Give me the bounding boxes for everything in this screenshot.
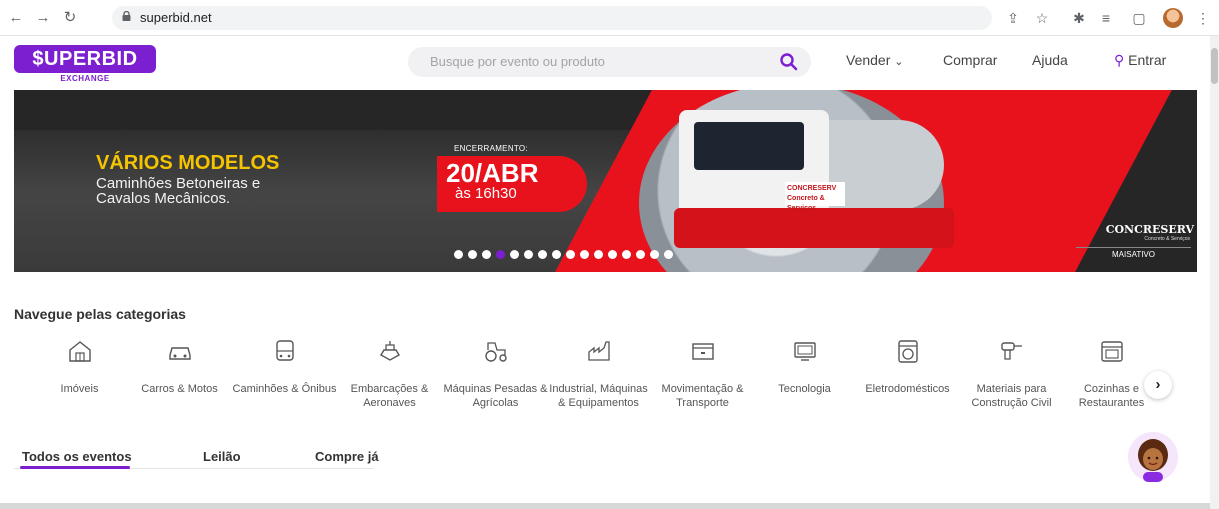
chevron-right-icon[interactable]: › (1144, 371, 1172, 399)
drill-icon (1000, 342, 1022, 360)
carousel-dot[interactable] (622, 250, 631, 259)
deadline-label: ENCERRAMENTO: (454, 144, 528, 153)
category-container[interactable]: Movimentação & Transporte (650, 338, 755, 410)
carousel-dot[interactable] (510, 250, 519, 259)
star-icon[interactable]: ☆ (1032, 8, 1052, 28)
category-label: Caminhões & Ônibus (232, 383, 337, 395)
category-house[interactable]: Imóveis (27, 338, 132, 396)
vender-label: Vender (846, 52, 891, 68)
reload-icon[interactable]: ↻ (60, 8, 80, 28)
ajuda-link[interactable]: Ajuda (1032, 52, 1068, 68)
profile-avatar[interactable] (1163, 8, 1183, 28)
factory-icon (587, 341, 610, 361)
search-icon[interactable] (779, 52, 799, 72)
carousel-dot[interactable] (608, 250, 617, 259)
category-factory[interactable]: Industrial, Máquinas & Equipamentos (546, 338, 651, 410)
tab-todos-os-eventos[interactable]: Todos os eventos (22, 449, 132, 464)
browser-toolbar: ← → ↻ superbid.net ⇪ ☆ ✱ ≡ ▢ ⋮ (0, 0, 1219, 36)
superbid-logo[interactable]: $UPERBID (14, 45, 156, 73)
category-label: Industrial, Máquinas & Equipamentos (549, 383, 648, 409)
site-header: $UPERBID EXCHANGE Vender ⌄ Comprar Ajuda… (0, 36, 1210, 90)
monitor-icon (793, 342, 816, 361)
category-bus[interactable]: Caminhões & Ônibus (232, 338, 337, 396)
category-label: Máquinas Pesadas & Agrícolas (443, 383, 548, 409)
media-icon[interactable]: ≡ (1096, 8, 1116, 28)
carousel-dot[interactable] (468, 250, 477, 259)
category-label: Carros & Motos (141, 383, 218, 395)
category-drill[interactable]: Materiais para Construção Civil (959, 338, 1064, 410)
carousel-dot[interactable] (580, 250, 589, 259)
carousel-dot[interactable] (664, 250, 673, 259)
chevron-down-icon: ⌄ (894, 56, 904, 68)
carousel-dot[interactable] (538, 250, 547, 259)
vertical-scrollbar[interactable] (1210, 36, 1219, 509)
ship-icon (379, 341, 400, 361)
category-tractor[interactable]: Máquinas Pesadas & Agrícolas (443, 338, 548, 410)
carousel-dot[interactable] (594, 250, 603, 259)
horizontal-scrollbar[interactable] (0, 503, 1210, 509)
tab-leilao[interactable]: Leilão (203, 449, 241, 464)
more-vert-icon[interactable]: ⋮ (1193, 8, 1213, 28)
scrollbar-thumb[interactable] (1211, 48, 1218, 84)
category-washing-machine[interactable]: Eletrodomésticos (855, 338, 960, 396)
concreserv-sub: Concreto & Serviços (1144, 236, 1190, 242)
comprar-link[interactable]: Comprar (943, 52, 997, 68)
active-tab-indicator (20, 466, 130, 469)
side-panel-icon[interactable]: ▢ (1129, 8, 1149, 28)
logo-subtitle: EXCHANGE (60, 74, 110, 83)
truck-door-logo: CONCRESERV Concreto & Serviços (785, 182, 845, 212)
house-icon (68, 341, 91, 362)
truck-windshield (694, 122, 804, 170)
carousel-dot[interactable] (552, 250, 561, 259)
truck-bumper (674, 208, 954, 248)
banner-subtitle: Caminhões Betoneiras e Cavalos Mecânicos… (96, 175, 261, 207)
category-label: Tecnologia (778, 383, 831, 395)
carousel-dots (454, 250, 673, 260)
share-icon[interactable]: ⇪ (1003, 8, 1023, 28)
deadline-time: às 16h30 (455, 185, 517, 202)
address-bar[interactable]: superbid.net (112, 6, 992, 30)
carousel-dot[interactable] (636, 250, 645, 259)
category-label: Embarcações & Aeronaves (350, 383, 429, 409)
lock-icon (122, 11, 131, 21)
category-car[interactable]: Carros & Motos (127, 338, 232, 396)
hero-banner[interactable]: CONCRESERV Concreto & Serviços VÁRIOS MO… (14, 90, 1197, 272)
chat-assistant-button[interactable] (1128, 432, 1178, 482)
carousel-dot[interactable] (650, 250, 659, 259)
search-input[interactable] (430, 54, 770, 69)
washing-machine-icon (897, 340, 918, 363)
entrar-link[interactable]: ⚲ Entrar (1114, 52, 1166, 69)
vender-menu[interactable]: Vender ⌄ (846, 52, 903, 68)
url-text: superbid.net (140, 10, 212, 25)
carousel-dot[interactable] (454, 250, 463, 259)
category-label: Movimentação & Transporte (661, 383, 744, 409)
category-monitor[interactable]: Tecnologia (752, 338, 857, 396)
category-label: Materiais para Construção Civil (971, 383, 1052, 409)
assistant-avatar-icon (1128, 432, 1178, 482)
categories-title: Navegue pelas categorias (14, 306, 186, 322)
tractor-icon (484, 342, 507, 362)
concreserv-logo: CONCRESERV (1105, 223, 1194, 236)
carousel-dot[interactable] (524, 250, 533, 259)
user-icon: ⚲ (1114, 52, 1125, 68)
banner-title: VÁRIOS MODELOS (96, 152, 280, 174)
tab-compre-ja[interactable]: Compre já (315, 449, 379, 464)
category-label: Eletrodomésticos (865, 383, 950, 395)
back-arrow-icon[interactable]: ← (6, 8, 26, 28)
carousel-dot[interactable] (566, 250, 575, 259)
bus-icon (275, 340, 294, 361)
carousel-dot[interactable] (496, 250, 505, 259)
carousel-dot[interactable] (482, 250, 491, 259)
category-ship[interactable]: Embarcações & Aeronaves (337, 338, 442, 410)
container-icon (691, 343, 714, 360)
category-label: Imóveis (60, 383, 99, 395)
search-bar (408, 47, 811, 77)
forward-arrow-icon[interactable]: → (33, 8, 53, 28)
maisativo-tag: MAISATIVO (1076, 247, 1191, 263)
car-icon (168, 347, 191, 360)
entrar-label: Entrar (1128, 52, 1167, 68)
oven-icon (1100, 341, 1123, 362)
deadline-date: 20/ABR (446, 158, 539, 188)
extensions-icon[interactable]: ✱ (1069, 8, 1089, 28)
